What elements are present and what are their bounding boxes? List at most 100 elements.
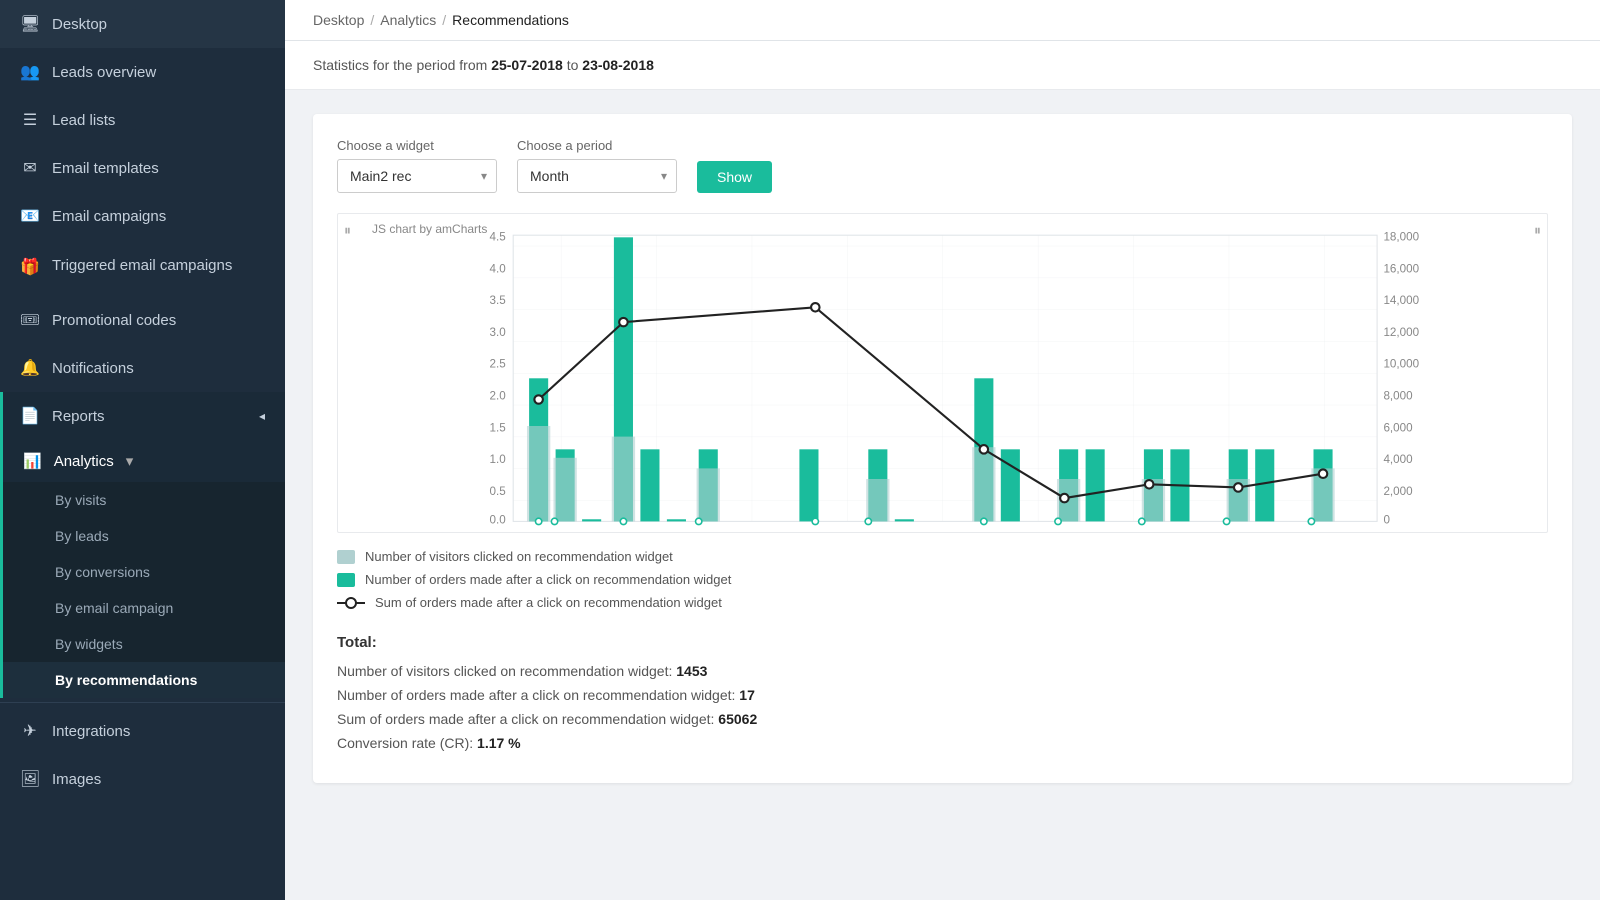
svg-text:3.5: 3.5 — [490, 294, 506, 307]
sidebar-item-images[interactable]: 🖼 Images — [0, 755, 285, 803]
svg-text:Aug 18: Aug 18 — [1221, 530, 1258, 532]
sidebar-item-promotional-codes[interactable]: 🎟 Promotional codes — [0, 296, 285, 344]
period-select-wrapper: Day Month Week Year ▾ — [517, 159, 677, 193]
by-leads-label: By leads — [55, 528, 109, 544]
notifications-icon: 🔔 — [20, 358, 40, 378]
sidebar-label-triggered: Triggered email campaigns — [52, 256, 265, 276]
triggered-icon: 🎁 — [20, 257, 40, 277]
svg-text:Jul 28: Jul 28 — [614, 530, 645, 532]
sidebar-item-analytics[interactable]: 📊 Analytics ▾ — [3, 440, 285, 482]
sidebar-label-reports: Reports — [52, 408, 247, 425]
sidebar-item-notifications[interactable]: 🔔 Notifications — [0, 344, 285, 392]
legend-label-orders: Number of orders made after a click on r… — [365, 572, 731, 587]
svg-text:1.5: 1.5 — [490, 421, 506, 434]
totals-value-sum: 65062 — [718, 711, 757, 727]
sidebar-label-desktop: Desktop — [52, 16, 265, 33]
svg-text:Jul 25: Jul 25 — [529, 530, 560, 532]
sidebar-label-email-campaigns: Email campaigns — [52, 208, 265, 225]
svg-text:Aug 12: Aug 12 — [1051, 530, 1088, 532]
svg-text:Aug 21: Aug 21 — [1306, 530, 1343, 532]
totals-label-visitors: Number of visitors clicked on recommenda… — [337, 663, 672, 679]
sidebar-item-by-visits[interactable]: By visits — [3, 482, 285, 518]
sidebar-label-analytics: Analytics — [54, 453, 114, 470]
chart-svg: 4.5 4.0 3.5 3.0 2.5 2.0 1.5 1.0 0.5 0.0 … — [338, 214, 1547, 532]
reports-arrow: ◂ — [259, 409, 265, 423]
breadcrumb-analytics[interactable]: Analytics — [380, 12, 436, 28]
widget-select[interactable]: Main2 rec — [337, 159, 497, 193]
breadcrumb-current: Recommendations — [452, 12, 569, 28]
widget-select-wrapper: Main2 rec ▾ — [337, 159, 497, 193]
analytics-arrow: ▾ — [126, 452, 134, 470]
svg-text:2.5: 2.5 — [490, 358, 506, 371]
legend-item-sum: Sum of orders made after a click on reco… — [337, 595, 1548, 610]
legend-item-visitors: Number of visitors clicked on recommenda… — [337, 549, 1548, 564]
topbar: Desktop / Analytics / Recommendations — [285, 0, 1600, 41]
sidebar-item-by-widgets[interactable]: By widgets — [3, 626, 285, 662]
page-content: Choose a widget Main2 rec ▾ Choose a per… — [285, 90, 1600, 900]
svg-text:1.0: 1.0 — [490, 453, 507, 466]
leads-overview-icon: 👥 — [20, 62, 40, 82]
integrations-icon: ✈ — [20, 721, 40, 741]
reports-icon: 📄 — [20, 406, 40, 426]
stats-to-label: to — [567, 57, 583, 73]
analytics-icon: 📊 — [23, 452, 42, 470]
totals-value-orders: 17 — [739, 687, 755, 703]
desktop-icon: 🖥 — [20, 14, 40, 34]
by-recommendations-label: By recommendations — [55, 672, 197, 688]
legend-item-orders: Number of orders made after a click on r… — [337, 572, 1548, 587]
legend-box-visitors — [337, 550, 355, 564]
chart-pause-left-icon: ⏸ — [344, 222, 351, 239]
breadcrumb-sep-2: / — [442, 12, 446, 28]
svg-text:6,000: 6,000 — [1383, 421, 1413, 434]
stats-from: 25-07-2018 — [491, 57, 563, 73]
by-email-campaign-label: By email campaign — [55, 600, 173, 616]
show-button[interactable]: Show — [697, 161, 772, 193]
widget-label: Choose a widget — [337, 138, 497, 153]
svg-text:Aug 15: Aug 15 — [1136, 530, 1173, 532]
sidebar-item-by-recommendations[interactable]: By recommendations — [3, 662, 285, 698]
svg-text:Aug: Aug — [804, 530, 827, 532]
svg-text:3.0: 3.0 — [490, 326, 507, 339]
sidebar-item-by-conversions[interactable]: By conversions — [3, 554, 285, 590]
sidebar-label-integrations: Integrations — [52, 723, 265, 740]
svg-text:Jul 31: Jul 31 — [699, 530, 730, 532]
totals-row-sum: Sum of orders made after a click on reco… — [337, 711, 1548, 727]
sidebar-item-leads-overview[interactable]: 👥 Leads overview — [0, 48, 285, 96]
totals-value-visitors: 1453 — [676, 663, 707, 679]
legend-line-sum — [337, 602, 365, 604]
svg-text:0.5: 0.5 — [490, 485, 506, 498]
svg-text:8,000: 8,000 — [1383, 390, 1413, 403]
widget-controls: Choose a widget Main2 rec ▾ Choose a per… — [337, 138, 1548, 193]
sidebar-label-lead-lists: Lead lists — [52, 112, 265, 129]
lead-lists-icon: ☰ — [20, 110, 40, 130]
totals-section: Total: Number of visitors clicked on rec… — [337, 634, 1548, 751]
svg-text:2,000: 2,000 — [1383, 485, 1413, 498]
svg-text:18,000: 18,000 — [1383, 231, 1419, 244]
legend-label-sum: Sum of orders made after a click on reco… — [375, 595, 722, 610]
sidebar-label-leads-overview: Leads overview — [52, 64, 265, 81]
email-templates-icon: ✉ — [20, 158, 40, 178]
sidebar-item-triggered-email-campaigns[interactable]: 🎁 Triggered email campaigns — [0, 240, 285, 296]
sidebar-item-by-email-campaign[interactable]: By email campaign — [3, 590, 285, 626]
promotional-icon: 🎟 — [20, 310, 40, 330]
sidebar-item-email-templates[interactable]: ✉ Email templates — [0, 144, 285, 192]
period-select[interactable]: Day Month Week Year — [517, 159, 677, 193]
svg-text:Aug 06: Aug 06 — [882, 530, 919, 532]
sidebar-item-reports[interactable]: 📄 Reports ◂ — [3, 392, 285, 440]
sidebar-item-desktop[interactable]: 🖥 Desktop — [0, 0, 285, 48]
totals-title: Total: — [337, 634, 1548, 651]
totals-row-visitors: Number of visitors clicked on recommenda… — [337, 663, 1548, 679]
svg-text:0.0: 0.0 — [490, 514, 507, 527]
chart-watermark: JS chart by amCharts — [372, 222, 487, 236]
sidebar-item-lead-lists[interactable]: ☰ Lead lists — [0, 96, 285, 144]
svg-text:10,000: 10,000 — [1383, 358, 1419, 371]
totals-label-orders: Number of orders made after a click on r… — [337, 687, 735, 703]
breadcrumb-desktop[interactable]: Desktop — [313, 12, 364, 28]
sidebar-item-by-leads[interactable]: By leads — [3, 518, 285, 554]
svg-text:Aug 09: Aug 09 — [966, 530, 1003, 532]
stats-to: 23-08-2018 — [582, 57, 654, 73]
sidebar-item-integrations[interactable]: ✈ Integrations — [0, 707, 285, 755]
svg-text:4.0: 4.0 — [490, 262, 507, 275]
sidebar-item-email-campaigns[interactable]: 📧 Email campaigns — [0, 192, 285, 240]
totals-label-sum: Sum of orders made after a click on reco… — [337, 711, 714, 727]
